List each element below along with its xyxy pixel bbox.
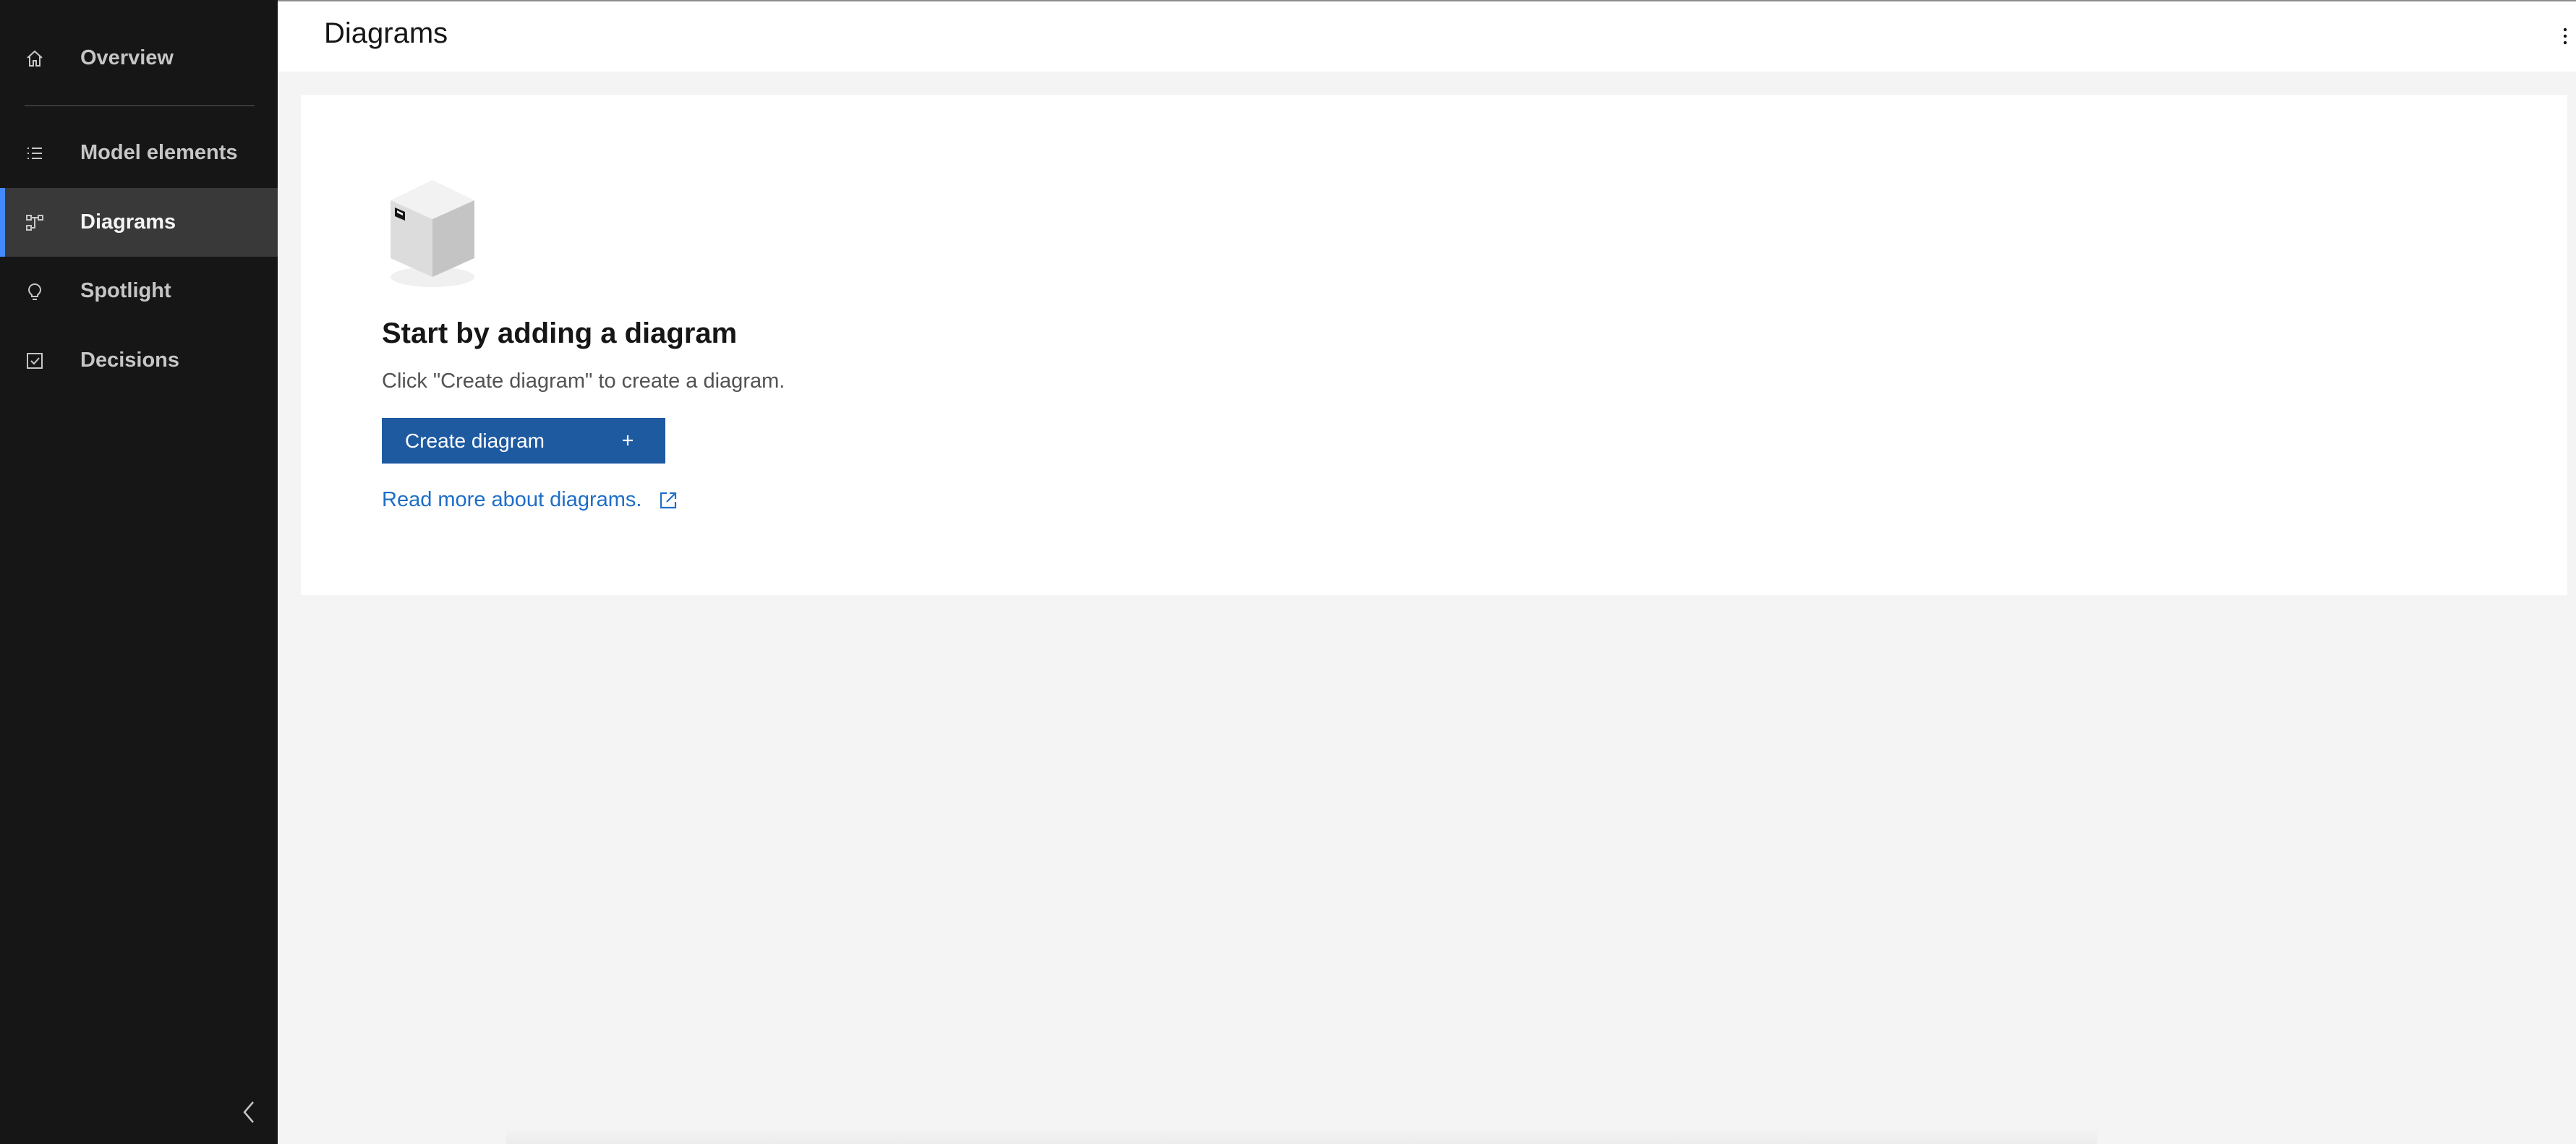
home-icon [25,48,45,69]
sidebar-item-diagrams[interactable]: Diagrams [0,188,278,257]
add-icon [618,430,638,451]
read-more-link[interactable]: Read more about diagrams. [382,488,679,512]
read-more-link-text: Read more about diagrams. [382,488,642,511]
launch-icon [657,490,679,511]
lightbulb-icon [25,281,45,302]
diagram-icon [25,213,45,233]
sidebar-divider [25,105,255,106]
empty-state-description: Click "Create diagram" to create a diagr… [382,370,785,393]
sidebar-item-label: Model elements [80,141,238,164]
overflow-menu-button[interactable] [2554,23,2576,52]
sidebar-item-spotlight[interactable]: Spotlight [0,257,278,325]
list-icon [25,143,45,163]
sidebar-item-overview[interactable]: Overview [0,24,278,93]
sidebar-item-label: Spotlight [80,279,171,302]
sidebar-item-label: Overview [80,46,174,69]
sidebar-item-label: Diagrams [80,210,176,234]
chevron-left-icon [239,1099,260,1129]
sidebar: Overview Model elements Diagrams Spotlig… [0,0,278,1144]
box-illustration [388,174,482,290]
create-diagram-button-label: Create diagram [405,429,545,452]
checkbox-icon [25,351,45,371]
empty-state-title: Start by adding a diagram [382,317,738,349]
sidebar-item-decisions[interactable]: Decisions [0,326,278,395]
overflow-menu-vertical-icon [2561,26,2569,50]
empty-state-card: Start by adding a diagram Click "Create … [301,95,2567,595]
bottom-shade [506,1128,2097,1144]
page-title: Diagrams [324,17,448,49]
sidebar-item-label: Decisions [80,349,179,372]
create-diagram-button[interactable]: Create diagram [382,418,665,464]
page-header: Diagrams [278,0,2576,72]
collapse-sidebar-button[interactable] [231,1092,268,1135]
sidebar-item-model-elements[interactable]: Model elements [0,119,278,187]
